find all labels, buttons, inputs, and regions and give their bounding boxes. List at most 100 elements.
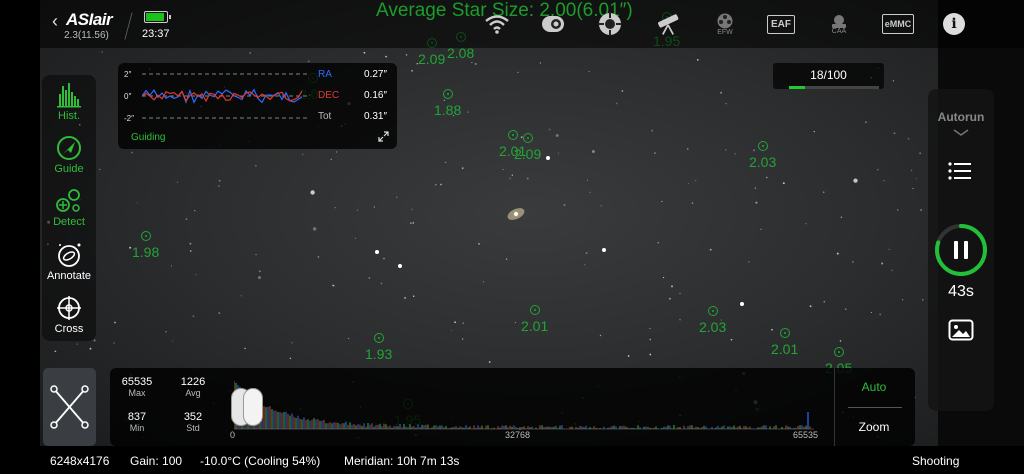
back-chevron-icon[interactable]: ‹ bbox=[52, 11, 58, 32]
star-marker bbox=[523, 133, 533, 143]
star bbox=[257, 276, 262, 280]
star bbox=[336, 151, 338, 153]
star-marker bbox=[530, 305, 540, 315]
star bbox=[585, 252, 588, 255]
hist-max-value: 65535 bbox=[121, 376, 153, 388]
star bbox=[822, 191, 825, 193]
autorun-label[interactable]: Autorun bbox=[928, 110, 994, 124]
star bbox=[244, 347, 246, 350]
star bbox=[76, 343, 78, 345]
star bbox=[462, 338, 464, 340]
constellation-icon bbox=[50, 385, 89, 429]
star bbox=[836, 252, 839, 255]
battery-icon bbox=[144, 11, 171, 23]
tool-annotate[interactable]: Annotate bbox=[42, 237, 96, 289]
star-marker bbox=[834, 347, 844, 357]
star bbox=[557, 152, 560, 154]
star-marker bbox=[374, 333, 384, 343]
star bbox=[412, 222, 415, 224]
stretch-slider[interactable] bbox=[231, 388, 265, 428]
chevron-down-icon[interactable] bbox=[953, 129, 969, 137]
star bbox=[291, 341, 293, 344]
star bbox=[373, 206, 375, 208]
tool-hist-label: Hist. bbox=[58, 110, 80, 122]
left-toolbar: Hist. Guide Detect Annotate Cross bbox=[42, 75, 96, 341]
star bbox=[114, 321, 116, 324]
star bbox=[454, 321, 457, 324]
star bbox=[920, 209, 922, 211]
progress-fill bbox=[789, 86, 806, 89]
tool-hist[interactable]: Hist. bbox=[42, 77, 96, 129]
info-label: i bbox=[943, 13, 965, 35]
star bbox=[195, 274, 197, 276]
telescope-icon[interactable] bbox=[655, 11, 681, 37]
tool-detect[interactable]: Detect bbox=[42, 183, 96, 235]
status-bar: 6248x4176 Gain: 100 -10.0°C (Cooling 54%… bbox=[0, 446, 1024, 474]
hist-divider bbox=[834, 368, 835, 446]
hist-avg-label: Avg bbox=[185, 388, 201, 398]
star bbox=[691, 202, 694, 204]
right-control-panel: Autorun 43s bbox=[928, 89, 994, 411]
star-map-button[interactable] bbox=[43, 368, 96, 446]
star bbox=[782, 182, 785, 185]
star bbox=[478, 242, 480, 245]
star bbox=[852, 261, 854, 263]
star bbox=[249, 52, 251, 54]
star bbox=[912, 187, 914, 189]
star-size-label: 2.01 bbox=[521, 318, 549, 334]
eaf-icon[interactable]: EAF bbox=[767, 11, 795, 37]
wifi-icon[interactable] bbox=[484, 11, 510, 37]
zoom-button[interactable]: Zoom bbox=[840, 420, 908, 434]
star bbox=[380, 282, 383, 285]
tool-guide[interactable]: Guide bbox=[42, 130, 96, 182]
star bbox=[451, 330, 453, 332]
star bbox=[864, 121, 867, 124]
star bbox=[404, 296, 407, 299]
star bbox=[870, 311, 872, 313]
hist-tick-0: 0 bbox=[230, 430, 236, 440]
efw-icon[interactable]: EFW bbox=[712, 11, 738, 37]
star bbox=[461, 167, 464, 170]
hist-tick-max: 65535 bbox=[793, 430, 819, 440]
stretch-handle-high[interactable] bbox=[243, 388, 263, 426]
pause-button[interactable] bbox=[933, 222, 989, 278]
star bbox=[190, 250, 192, 252]
info-icon[interactable]: i bbox=[941, 11, 967, 37]
bright-star bbox=[398, 264, 402, 268]
star bbox=[383, 257, 385, 260]
star bbox=[99, 168, 101, 171]
list-icon[interactable] bbox=[948, 161, 972, 181]
caa-label: CAA bbox=[831, 27, 847, 35]
star bbox=[482, 281, 485, 283]
bright-star bbox=[602, 248, 606, 252]
star bbox=[687, 182, 689, 184]
star-marker bbox=[708, 306, 718, 316]
auto-stretch-button[interactable]: Auto bbox=[840, 380, 908, 394]
tool-cross[interactable]: Cross bbox=[42, 290, 96, 342]
star bbox=[696, 59, 699, 61]
star bbox=[411, 69, 414, 72]
star bbox=[548, 128, 551, 131]
star bbox=[354, 237, 356, 239]
star bbox=[892, 80, 895, 82]
star bbox=[805, 223, 807, 225]
star bbox=[901, 299, 904, 301]
status-resolution: 6248x4176 bbox=[50, 454, 110, 468]
star bbox=[471, 62, 473, 64]
gallery-icon[interactable] bbox=[948, 319, 974, 341]
star bbox=[755, 201, 758, 204]
mount-target-icon[interactable] bbox=[597, 11, 623, 37]
star bbox=[725, 149, 727, 151]
caa-icon[interactable]: CAA bbox=[826, 11, 852, 37]
guiding-graph-panel[interactable]: 2″ 0″ -2″ RA 0.27″ DEC 0.16″ Tot 0.31″ G… bbox=[118, 63, 397, 149]
camera-icon[interactable] bbox=[540, 11, 566, 37]
sequence-progress: 18/100 bbox=[773, 63, 884, 89]
star bbox=[589, 191, 591, 194]
preview-edge-left bbox=[0, 0, 40, 474]
expand-icon[interactable] bbox=[378, 131, 389, 142]
emmc-icon[interactable]: eMMC bbox=[881, 11, 915, 37]
star bbox=[192, 315, 195, 318]
hist-std: 352 Std bbox=[171, 411, 215, 433]
bright-star bbox=[375, 250, 379, 254]
hist-tick-mid: 32768 bbox=[505, 430, 531, 440]
